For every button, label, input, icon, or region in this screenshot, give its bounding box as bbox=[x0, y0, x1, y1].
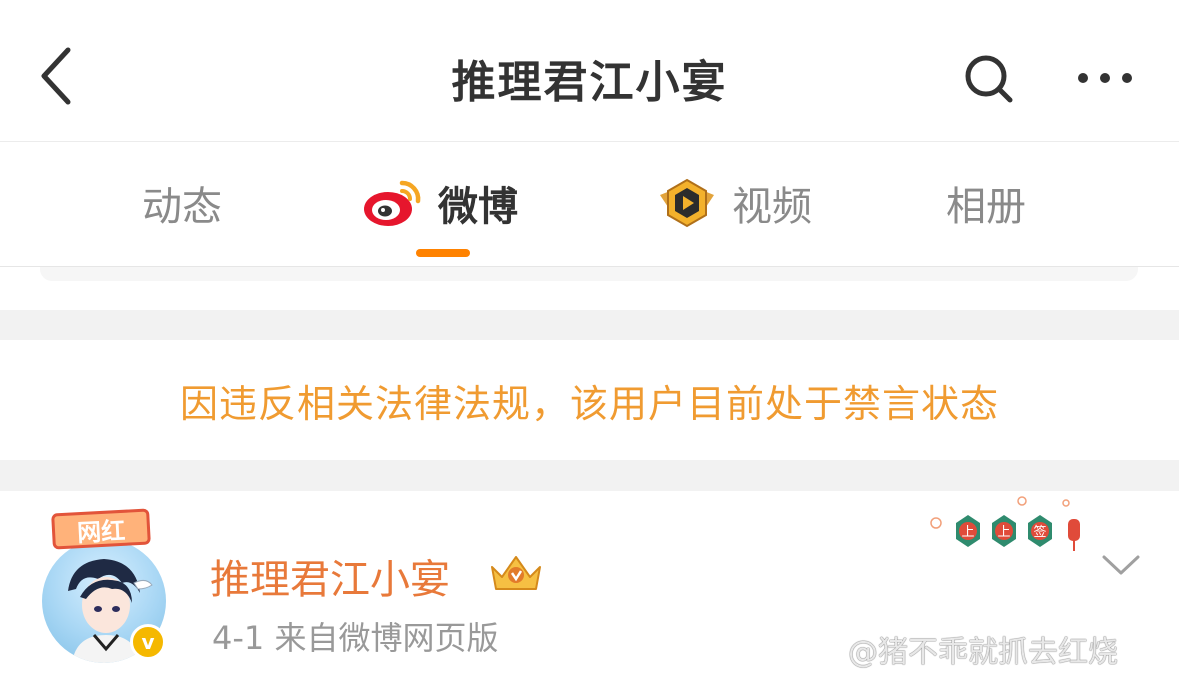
active-tab-indicator bbox=[416, 249, 470, 257]
image-watermark: @猪不乖就抓去红烧 bbox=[848, 635, 1118, 670]
post-card[interactable]: 网红 v 推理君江小宴 4-1 来自微博网页版 上 上 签 @猪不乖就抓去红烧 bbox=[0, 491, 1179, 680]
post-meta: 4-1 来自微博网页版 bbox=[212, 619, 499, 657]
ban-notice-text: 因违反相关法律法规，该用户目前处于禁言状态 bbox=[179, 381, 999, 426]
weibo-logo-icon bbox=[364, 180, 421, 226]
avatar-container[interactable]: 网红 v bbox=[40, 508, 170, 665]
avatar-tag: 网红 bbox=[51, 508, 151, 550]
chevron-down-icon bbox=[1102, 555, 1140, 575]
tab-dynamic[interactable]: 动态 bbox=[142, 173, 222, 233]
tab-label: 微博 bbox=[438, 184, 518, 230]
video-badge-icon bbox=[660, 178, 714, 228]
fortune-label: 签 bbox=[1033, 524, 1046, 540]
search-icon bbox=[965, 55, 1013, 103]
fortune-decoration-icon[interactable]: 上 上 签 bbox=[910, 493, 1090, 559]
fortune-label: 上 bbox=[961, 525, 974, 540]
crown-member-icon[interactable] bbox=[488, 551, 544, 595]
tab-label: 动态 bbox=[142, 184, 222, 230]
section-divider bbox=[0, 460, 1179, 491]
search-button[interactable] bbox=[958, 48, 1020, 110]
collapsed-card-edge bbox=[40, 267, 1138, 281]
tab-label: 相册 bbox=[946, 184, 1026, 230]
post-options-dropdown[interactable] bbox=[1096, 547, 1146, 583]
tab-video[interactable]: 视频 bbox=[656, 173, 812, 233]
tab-label: 视频 bbox=[732, 184, 812, 230]
section-divider bbox=[0, 310, 1179, 340]
tab-weibo[interactable]: 微博 bbox=[362, 173, 518, 233]
author-name[interactable]: 推理君江小宴 bbox=[210, 547, 450, 605]
profile-tabs: 动态 微博 视频 相册 bbox=[0, 143, 1179, 267]
ban-notice: 因违反相关法律法规，该用户目前处于禁言状态 bbox=[0, 340, 1179, 460]
verified-badge: v bbox=[130, 624, 166, 660]
more-options-button[interactable] bbox=[1072, 48, 1138, 108]
more-horizontal-icon bbox=[1078, 73, 1132, 83]
top-navigation-bar: 推理君江小宴 bbox=[0, 0, 1179, 142]
fortune-label: 上 bbox=[997, 525, 1010, 540]
tab-album[interactable]: 相册 bbox=[946, 173, 1026, 233]
